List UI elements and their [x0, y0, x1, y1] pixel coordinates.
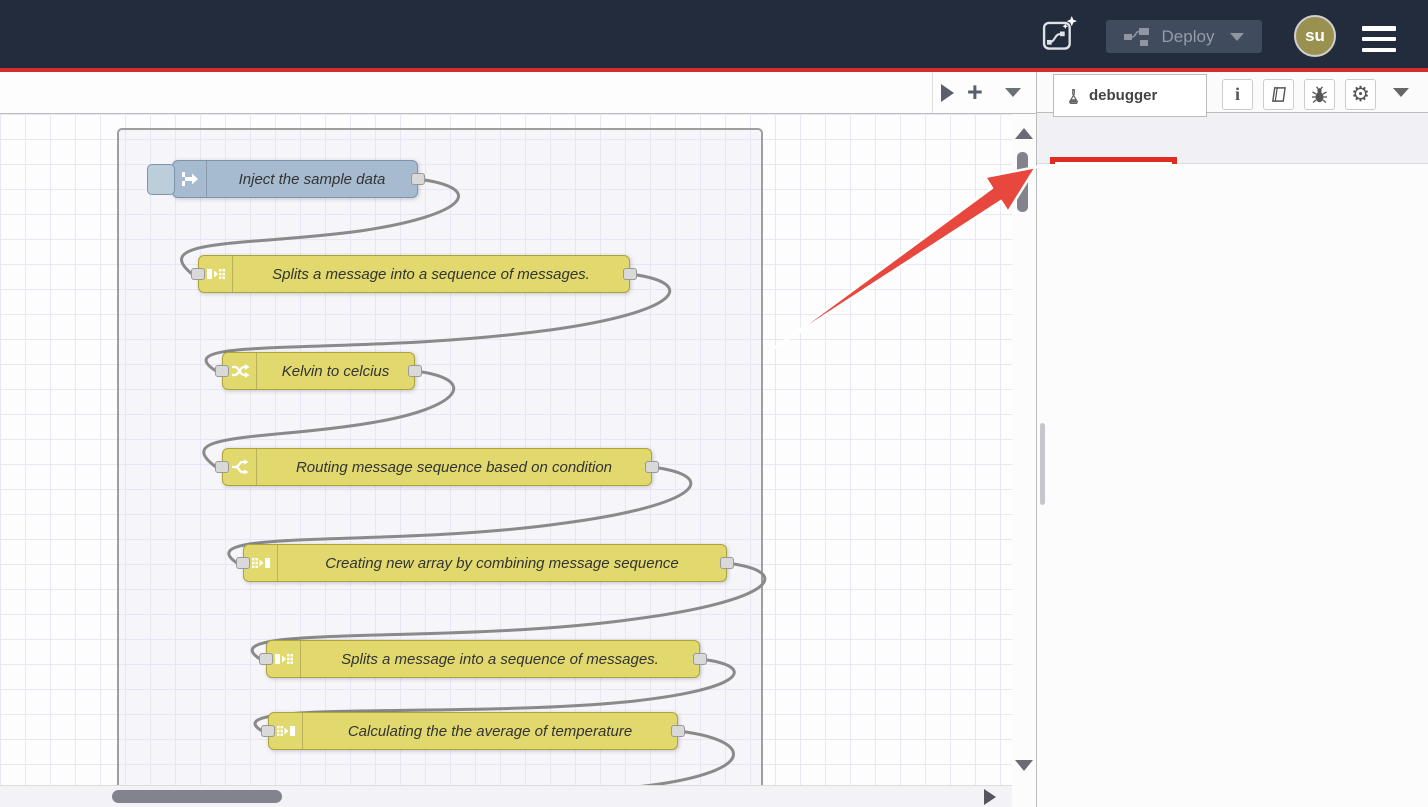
flow-node-join[interactable]: Creating new array by combining message … — [243, 544, 727, 582]
flow-canvas[interactable]: Inject the sample data Splits a message i… — [0, 114, 1012, 785]
debug-button[interactable] — [1304, 79, 1335, 110]
flow-node-change[interactable]: Kelvin to celcius — [222, 352, 415, 390]
workspace-tabbar: + — [0, 72, 1037, 114]
input-port[interactable] — [259, 653, 273, 665]
horizontal-scroll-thumb[interactable] — [112, 790, 282, 803]
flow-node-split[interactable]: Splits a message into a sequence of mess… — [266, 640, 700, 678]
user-avatar[interactable]: su — [1294, 15, 1336, 57]
info-icon: i — [1235, 84, 1240, 105]
sidebar-options-chevron-icon[interactable] — [1393, 88, 1409, 97]
deploy-label: Deploy — [1162, 27, 1215, 47]
output-port[interactable] — [720, 557, 734, 569]
deploy-button[interactable]: Deploy — [1106, 20, 1262, 53]
deploy-options-chevron-icon[interactable] — [1230, 33, 1244, 41]
node-label: Routing message sequence based on condit… — [257, 449, 651, 485]
node-label: Creating new array by combining message … — [278, 545, 726, 581]
gear-icon: ⚙ — [1351, 84, 1370, 105]
input-port[interactable] — [236, 557, 250, 569]
output-port[interactable] — [408, 365, 422, 377]
flask-icon — [1066, 88, 1081, 104]
scroll-up-icon[interactable] — [1015, 128, 1033, 139]
tab-debugger[interactable]: debugger — [1053, 74, 1207, 117]
output-port[interactable] — [645, 461, 659, 473]
flow-assistant-icon[interactable] — [1042, 16, 1078, 52]
input-port[interactable] — [261, 725, 275, 737]
input-port[interactable] — [191, 268, 205, 280]
node-label: Splits a message into a sequence of mess… — [233, 256, 629, 292]
input-port[interactable] — [215, 461, 229, 473]
node-label: Calculating the the average of temperatu… — [303, 713, 677, 749]
bug-icon — [1311, 86, 1328, 104]
output-port[interactable] — [671, 725, 685, 737]
output-port[interactable] — [693, 653, 707, 665]
help-button[interactable] — [1263, 79, 1294, 110]
help-book-icon — [1270, 86, 1287, 103]
flow-node-join[interactable]: Calculating the the average of temperatu… — [268, 712, 678, 750]
sidebar: debugger i ⚙ — [1037, 72, 1428, 807]
main-menu-icon[interactable] — [1362, 26, 1396, 52]
sidebar-resize-grip[interactable] — [1040, 423, 1045, 505]
scroll-tabs-right-icon[interactable] — [941, 84, 954, 102]
node-label: Inject the sample data — [207, 161, 417, 197]
input-port[interactable] — [215, 365, 229, 377]
add-flow-icon[interactable]: + — [967, 79, 983, 106]
debug-messages-panel — [1037, 164, 1428, 807]
inject-icon — [173, 161, 207, 197]
settings-button[interactable]: ⚙ — [1345, 79, 1376, 110]
header-bar: Deploy su — [0, 0, 1428, 68]
flow-node-inject[interactable]: Inject the sample data — [172, 160, 418, 198]
scroll-right-icon[interactable] — [984, 789, 996, 805]
canvas-vertical-scrollbar[interactable] — [1012, 114, 1036, 807]
info-button[interactable]: i — [1222, 79, 1253, 110]
output-port[interactable] — [623, 268, 637, 280]
scroll-down-icon[interactable] — [1015, 760, 1033, 771]
flow-node-split[interactable]: Splits a message into a sequence of mess… — [198, 255, 630, 293]
tabbar-toolbar: + — [932, 72, 1036, 113]
output-port[interactable] — [411, 173, 425, 185]
debug-toolbar: Disabled — [1037, 113, 1428, 164]
canvas-horizontal-scrollbar[interactable] — [0, 785, 1012, 807]
node-label: Kelvin to celcius — [257, 353, 414, 389]
tab-debugger-label: debugger — [1089, 87, 1157, 104]
flow-node-switch[interactable]: Routing message sequence based on condit… — [222, 448, 652, 486]
deploy-icon — [1124, 28, 1150, 46]
node-label: Splits a message into a sequence of mess… — [301, 641, 699, 677]
vertical-scroll-thumb[interactable] — [1017, 152, 1028, 212]
sidebar-header: debugger i ⚙ — [1037, 72, 1428, 113]
flow-list-chevron-icon[interactable] — [1005, 88, 1021, 97]
inject-trigger-button[interactable] — [147, 164, 175, 195]
